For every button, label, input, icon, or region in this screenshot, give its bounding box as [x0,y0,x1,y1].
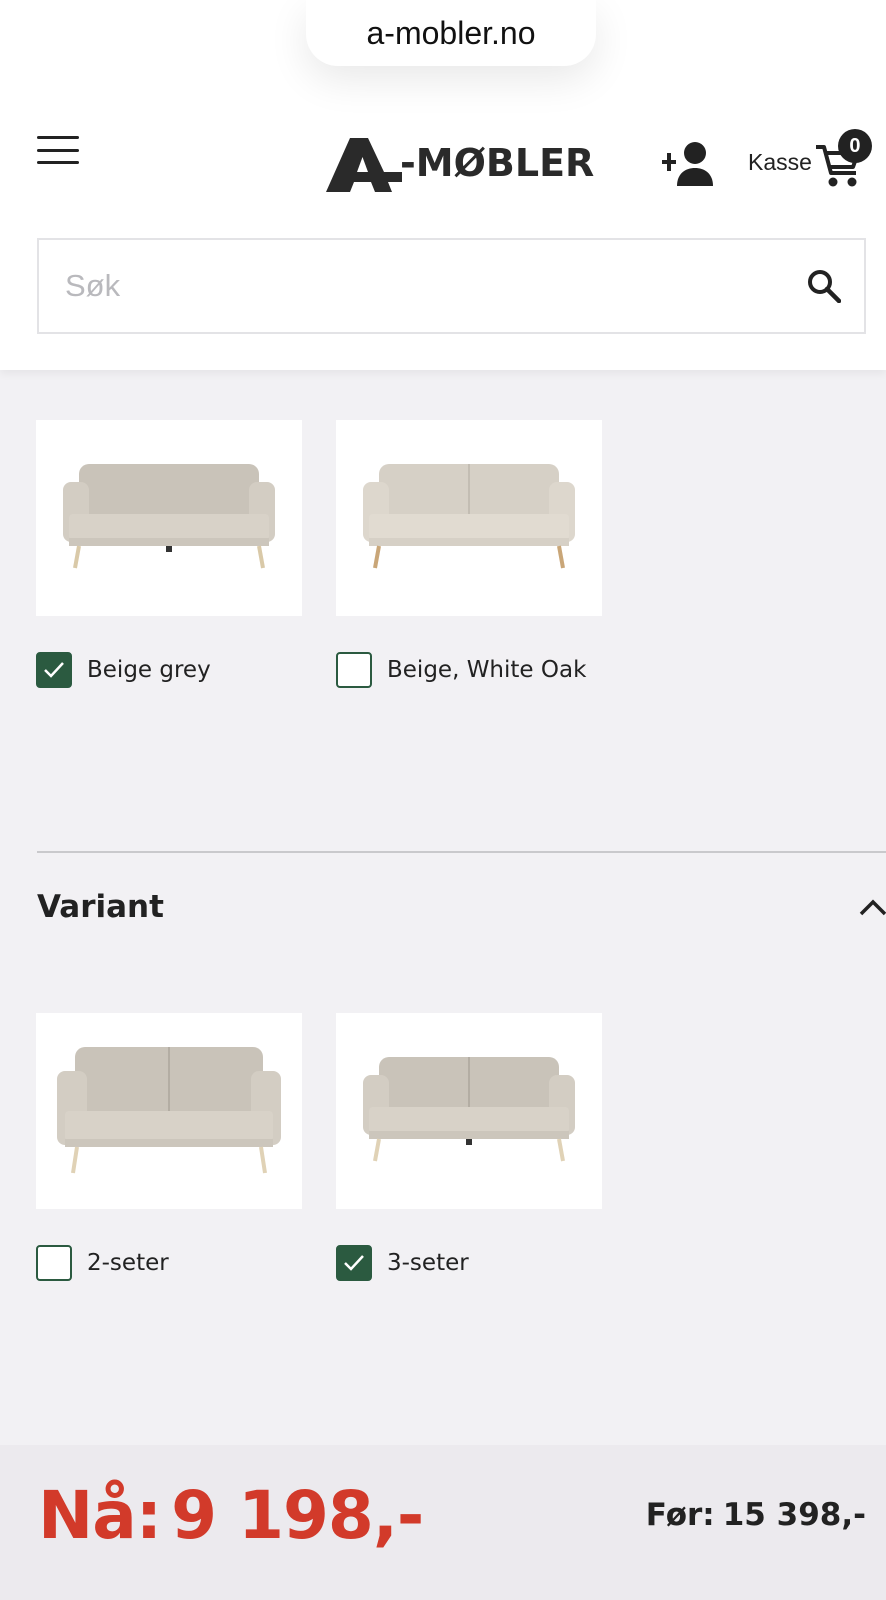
section-divider [37,851,886,853]
logo-text: -MØBLER [400,141,595,185]
option-3-seter[interactable]: 3-seter [336,1243,469,1283]
previous-price: Før: 15 398,- [646,1497,866,1533]
sofa-image [363,1057,575,1162]
option-image-beige-white-oak[interactable] [336,420,602,616]
checkmark-icon [344,1255,364,1271]
sofa-image [63,464,275,569]
checkbox-unchecked[interactable] [36,1245,72,1281]
option-label: Beige, White Oak [387,657,587,683]
checkout-label: Kasse [748,148,812,175]
previous-price-value: 15 398,- [722,1497,866,1533]
search-button[interactable] [784,240,864,332]
current-price-label: Nå: [38,1477,162,1554]
option-image-2-seter[interactable] [36,1013,302,1209]
current-price: Nå: 9 198,- [38,1477,424,1554]
search-input[interactable] [39,240,784,332]
cart-button[interactable]: 0 [814,129,872,189]
price-bar: Nå: 9 198,- Før: 15 398,- [0,1445,886,1600]
option-image-beige-grey[interactable] [36,420,302,616]
checkbox-unchecked[interactable] [336,652,372,688]
checkbox-checked[interactable] [336,1245,372,1281]
checkout-link[interactable]: Kasse 0 [748,129,872,192]
logo-a-mark [326,138,402,192]
option-beige-grey[interactable]: Beige grey [36,650,211,690]
current-price-value: 9 198,- [171,1477,424,1554]
checkmark-icon [44,662,64,678]
site-logo[interactable]: -MØBLER [326,136,594,192]
option-image-3-seter[interactable] [336,1013,602,1209]
add-user-icon[interactable] [662,140,718,186]
option-label: 2-seter [87,1250,169,1276]
variant-section-title[interactable]: Variant [37,889,164,925]
previous-price-label: Før: [645,1497,715,1533]
chevron-up-icon[interactable] [858,896,886,918]
option-2-seter[interactable]: 2-seter [36,1243,169,1283]
url-bar[interactable]: a-mobler.no [306,0,596,66]
search-icon [808,270,841,303]
option-label: Beige grey [87,657,211,683]
sofa-image [57,1047,281,1174]
sofa-image [363,464,575,569]
option-beige-white-oak[interactable]: Beige, White Oak [336,650,586,690]
search-box [37,238,866,334]
cart-count-badge: 0 [837,129,872,163]
checkbox-checked[interactable] [36,652,72,688]
option-label: 3-seter [387,1250,469,1276]
menu-icon[interactable] [37,136,79,164]
